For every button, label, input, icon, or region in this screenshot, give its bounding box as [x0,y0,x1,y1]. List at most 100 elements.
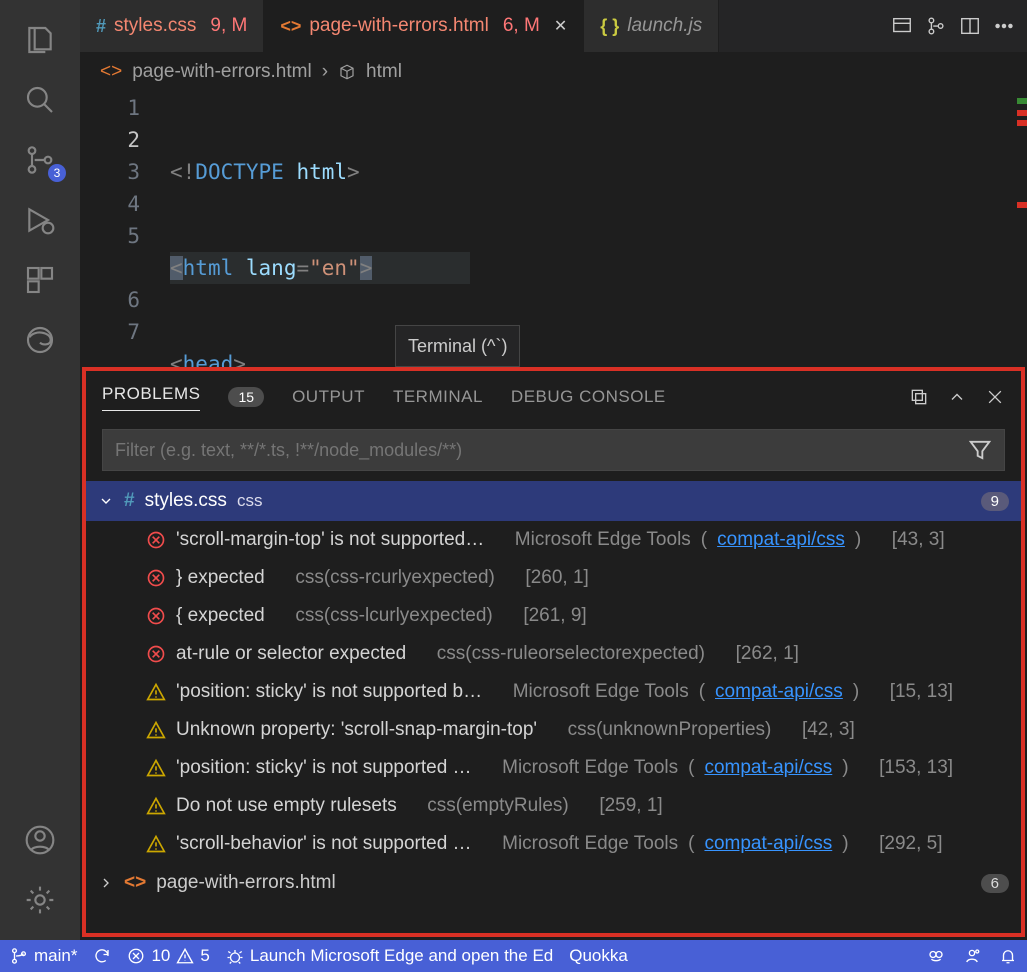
issue-location: [292, 5] [879,833,942,855]
issue-message: 'scroll-behavior' is not supported … [176,833,472,855]
tab-styles-css[interactable]: # styles.css 9, M [80,0,264,52]
problem-issue-row[interactable]: 'scroll-margin-top' is not supported… Mi… [86,521,1021,559]
issue-source: Microsoft Edge Tools [502,833,678,855]
activity-run-debug[interactable] [0,190,80,250]
issue-message: { expected [176,605,265,627]
breadcrumb-symbol: html [366,61,402,83]
editor[interactable]: 1 2 3 4 5 6 7 <!DOCTYPE html> <html lang… [80,92,1027,367]
issue-source: css(unknownProperties) [568,719,772,741]
chevron-down-icon [98,493,114,509]
status-quokka[interactable]: Quokka [569,946,628,966]
code-content: <!DOCTYPE html> <html lang="en"> <head> … [170,92,1027,367]
activity-search[interactable] [0,70,80,130]
activity-settings[interactable] [0,870,80,930]
problems-list: #styles.css css9'scroll-margin-top' is n… [86,481,1021,903]
edge-icon [24,324,56,356]
panel-tab-terminal[interactable]: TERMINAL [393,387,483,407]
activity-extensions[interactable] [0,250,80,310]
symbol-icon [338,63,356,81]
problem-issue-row[interactable]: 'position: sticky' is not supported … Mi… [86,749,1021,787]
issue-link[interactable]: compat-api/css [715,681,843,703]
problem-issue-row[interactable]: 'position: sticky' is not supported b… M… [86,673,1021,711]
error-icon [146,568,166,588]
issue-location: [259, 1] [599,795,662,817]
issue-message: Unknown property: 'scroll-snap-margin-to… [176,719,537,741]
issue-link[interactable]: compat-api/css [704,757,832,779]
split-editor-icon[interactable] [959,15,981,37]
issue-location: [15, 13] [890,681,953,703]
compare-icon[interactable] [925,15,947,37]
more-icon[interactable] [993,15,1015,37]
warning-icon [176,947,194,965]
file-type: css [237,491,263,511]
issue-location: [262, 1] [736,643,799,665]
activity-accounts[interactable] [0,810,80,870]
breadcrumb[interactable]: <> page-with-errors.html › html [80,52,1027,92]
status-problems[interactable]: 10 5 [127,946,209,966]
error-icon [127,947,145,965]
chevron-right-icon [98,875,114,891]
activity-source-control[interactable]: 3 [0,130,80,190]
status-sync[interactable] [93,947,111,965]
hover-tooltip: Terminal (^`) [395,325,520,367]
problem-issue-row[interactable]: Unknown property: 'scroll-snap-margin-to… [86,711,1021,749]
activity-edge-tools[interactable] [0,310,80,370]
activity-bar: 3 [0,0,80,940]
issue-message: 'position: sticky' is not supported b… [176,681,482,703]
panel-tab-problems[interactable]: PROBLEMS [102,384,200,411]
file-icon: <> [124,872,146,894]
status-launch[interactable]: Launch Microsoft Edge and open the Ed [226,946,553,966]
problem-issue-row[interactable]: Do not use empty rulesets css(emptyRules… [86,787,1021,825]
warning-icon [146,720,166,740]
filter-icon[interactable] [966,436,994,464]
collapse-all-icon[interactable] [909,387,929,407]
chevron-up-icon[interactable] [947,387,967,407]
issue-message: 'position: sticky' is not supported … [176,757,472,779]
issue-message: at-rule or selector expected [176,643,406,665]
bell-icon[interactable] [999,947,1017,965]
debug-alt-icon [226,947,244,965]
problem-issue-row[interactable]: at-rule or selector expected css(css-rul… [86,635,1021,673]
problem-issue-row[interactable]: } expected css(css-rcurlyexpected) [260,… [86,559,1021,597]
problem-file-row[interactable]: <>page-with-errors.html6 [86,863,1021,903]
issue-location: [153, 13] [879,757,953,779]
problem-issue-row[interactable]: { expected css(css-lcurlyexpected) [261,… [86,597,1021,635]
json-file-icon: { } [600,16,619,37]
issue-link[interactable]: compat-api/css [704,833,832,855]
filter-input[interactable] [103,440,956,461]
tab-page-with-errors[interactable]: <> page-with-errors.html 6, M ✕ [264,0,584,52]
problems-count-badge: 15 [228,387,264,407]
file-name: styles.css [145,490,227,512]
error-icon [146,530,166,550]
issue-source: css(emptyRules) [427,795,568,817]
warning-icon [146,682,166,702]
issue-link[interactable]: compat-api/css [717,529,845,551]
copilot-icon[interactable] [927,947,945,965]
account-icon [24,824,56,856]
problem-issue-row[interactable]: 'scroll-behavior' is not supported … Mic… [86,825,1021,863]
status-bar: main* 10 5 Launch Microsoft Edge and ope… [0,940,1027,972]
live-share-icon[interactable] [963,947,981,965]
file-name: page-with-errors.html [156,872,336,894]
issue-location: [43, 3] [892,529,945,551]
issue-source: Microsoft Edge Tools [513,681,689,703]
problem-file-row[interactable]: #styles.css css9 [86,481,1021,521]
activity-bottom [0,810,80,930]
issue-source: css(css-rcurlyexpected) [295,567,495,589]
panel-tab-debug-console[interactable]: DEBUG CONSOLE [511,387,666,407]
files-icon [24,24,56,56]
sync-icon [93,947,111,965]
open-preview-icon[interactable] [891,15,913,37]
tab-launch-js[interactable]: { } launch.js [584,0,719,52]
status-branch[interactable]: main* [10,946,77,966]
branch-icon [10,947,28,965]
close-icon[interactable] [985,387,1005,407]
tab-close-button[interactable]: ✕ [554,16,567,36]
panel-tab-output[interactable]: OUTPUT [292,387,365,407]
scm-badge: 3 [48,164,66,182]
editor-actions [879,0,1027,52]
panel-tab-bar: PROBLEMS 15 OUTPUT TERMINAL DEBUG CONSOL… [86,371,1021,423]
activity-explorer[interactable] [0,10,80,70]
html-file-icon: <> [280,16,301,37]
tab-diag: 9, M [210,15,247,37]
